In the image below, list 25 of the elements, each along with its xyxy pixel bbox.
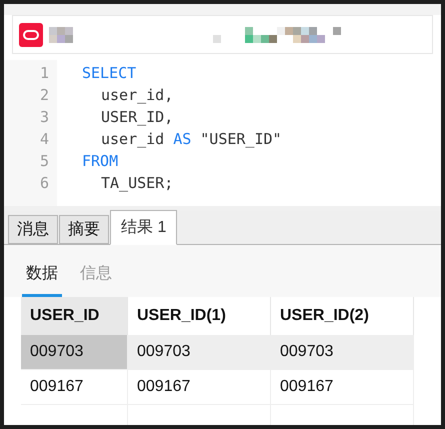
line-number: 3	[40, 106, 49, 128]
line-number: 6	[40, 172, 49, 194]
result-tab[interactable]: 消息	[8, 215, 58, 244]
table-cell: 009167	[271, 370, 414, 405]
code-text: user_id,	[101, 84, 174, 106]
code-text: user_id	[101, 128, 164, 150]
line-number: 2	[40, 84, 49, 106]
sql-keyword: FROM	[82, 150, 118, 172]
table-cell: 009703	[128, 334, 271, 370]
code-text: "USER_ID"	[200, 128, 282, 150]
line-number: 1	[40, 62, 49, 84]
logo-icon	[19, 22, 43, 47]
line-number: 4	[40, 128, 49, 150]
sql-keyword: SELECT	[82, 62, 136, 84]
code-text: TA_USER;	[101, 172, 174, 194]
table-cell: 009167	[21, 370, 128, 405]
column-header[interactable]: USER_ID	[21, 296, 128, 335]
table-cell: 009167	[128, 370, 271, 405]
result-tab[interactable]: 结果 1	[110, 210, 178, 246]
line-number: 5	[40, 150, 49, 172]
code-text: USER_ID,	[101, 106, 174, 128]
table-cell: 009703	[21, 334, 128, 370]
result-tab[interactable]: 摘要	[59, 215, 109, 244]
sql-keyword: AS	[173, 128, 192, 150]
table-cell: 009703	[271, 334, 414, 370]
